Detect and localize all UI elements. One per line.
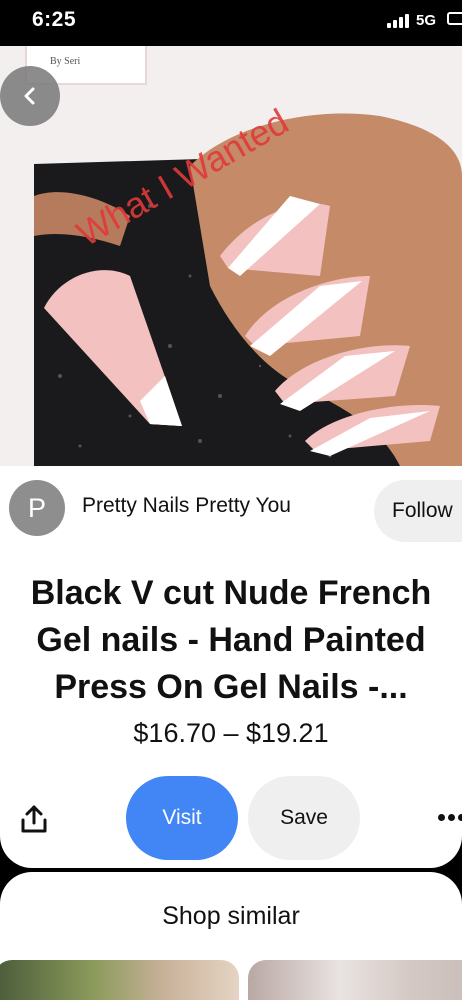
action-row: Visit Save xyxy=(0,776,462,860)
status-time: 6:25 xyxy=(32,8,77,31)
visit-button[interactable]: Visit xyxy=(126,776,238,860)
nails-photo: By Seri xyxy=(0,46,462,466)
avatar[interactable]: P xyxy=(9,480,65,536)
more-horizontal-icon[interactable] xyxy=(436,814,462,824)
creator-name[interactable]: Pretty Nails Pretty You xyxy=(82,494,291,518)
status-bar: 6:25 5G xyxy=(0,0,462,46)
battery-icon xyxy=(447,12,462,25)
pin-card: By Seri What I Wanted P Pretty Nails Pre… xyxy=(0,46,462,868)
follow-button[interactable]: Follow xyxy=(374,480,462,542)
shop-similar-section: Shop similar xyxy=(0,872,462,1000)
similar-pin-thumbnail[interactable] xyxy=(248,960,462,1000)
share-icon[interactable] xyxy=(20,804,48,834)
similar-pin-thumbnail[interactable] xyxy=(0,960,239,1000)
save-button[interactable]: Save xyxy=(248,776,360,860)
pin-image[interactable]: By Seri What I Wanted xyxy=(0,46,462,466)
price: $16.70 – $19.21 xyxy=(133,718,329,748)
creator-row: P Pretty Nails Pretty You Follow xyxy=(0,480,462,548)
box-text: By Seri xyxy=(50,56,81,67)
shop-similar-title: Shop similar xyxy=(162,902,300,930)
network-label: 5G xyxy=(416,12,437,29)
back-button[interactable] xyxy=(0,66,60,126)
signal-icon xyxy=(387,14,409,28)
chevron-left-icon xyxy=(24,87,35,105)
pin-title: Black V cut Nude French Gel nails - Hand… xyxy=(30,574,432,706)
